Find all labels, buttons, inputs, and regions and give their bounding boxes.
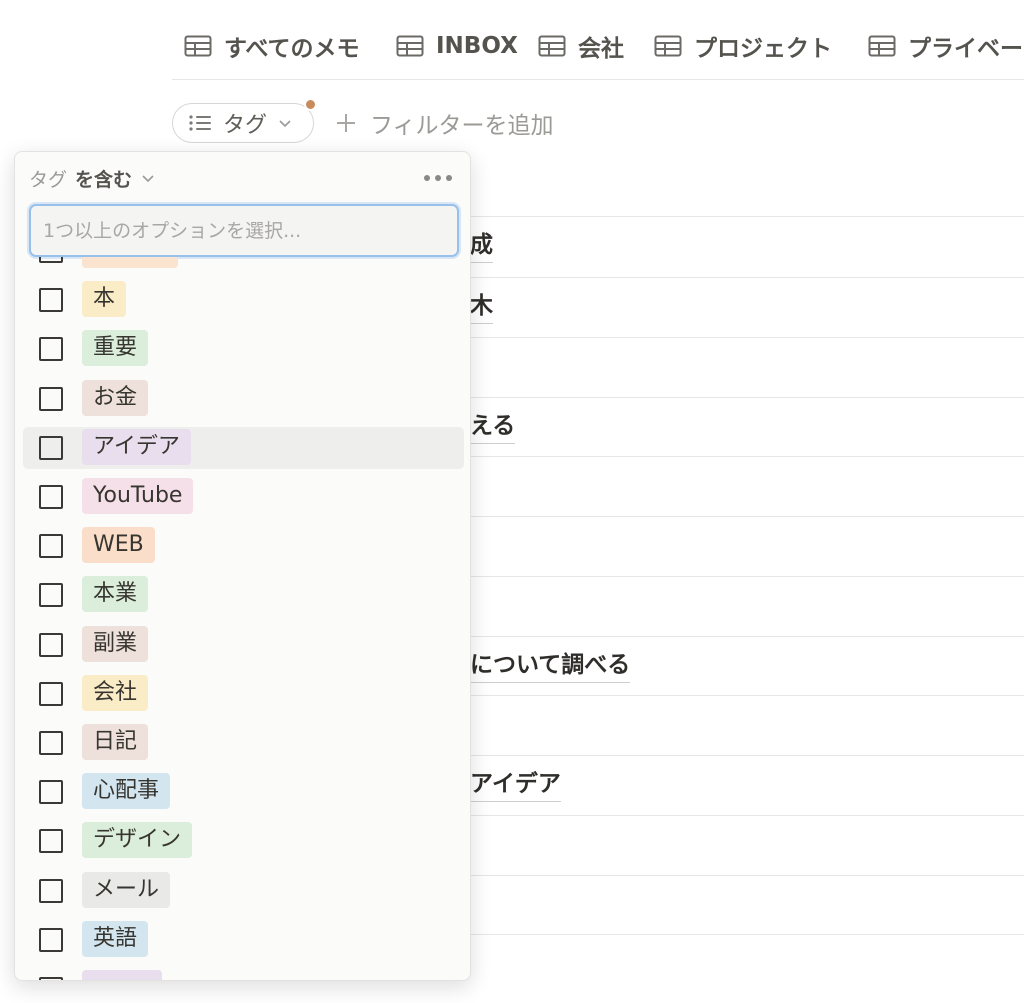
tag-option[interactable]: 本 [23, 279, 464, 321]
row-title[interactable]: 木 [470, 291, 493, 324]
tab-label: すべてのメモ [224, 36, 360, 62]
option-checkbox[interactable] [39, 485, 63, 509]
more-options-icon[interactable] [424, 166, 452, 190]
tag-option[interactable]: 重要 [23, 328, 464, 370]
tag-option[interactable]: YouTube [23, 476, 464, 518]
tag-pill: YouTube [82, 478, 194, 514]
row-title[interactable]: について調べる [470, 650, 631, 683]
row-divider [470, 755, 1024, 756]
tag-pill: デザイン [82, 822, 193, 858]
tag-pill [82, 970, 162, 980]
row-divider [470, 934, 1024, 935]
option-checkbox[interactable] [39, 436, 63, 460]
row-divider [470, 875, 1024, 876]
tag-pill: 日記 [82, 724, 149, 760]
tag-option[interactable]: デザイン [23, 820, 464, 862]
option-checkbox[interactable] [39, 780, 63, 804]
row-divider [470, 636, 1024, 637]
tag-option[interactable]: メール [23, 870, 464, 912]
row-divider [470, 216, 1024, 217]
filter-condition[interactable]: タグ を含む [29, 165, 156, 192]
view-tabs: すべてのメモ INBOX 会社 プロジェクト プライベー [172, 0, 1024, 80]
active-filter-indicator [304, 98, 317, 111]
tag-option[interactable]: 日記 [23, 722, 464, 764]
list-icon [189, 115, 211, 131]
filter-popup: タグ を含む Twitter 本重要お金アイデア YouTube WEB 本業副業会社日… [14, 151, 471, 981]
tag-pill: Twitter [82, 257, 178, 268]
chevron-down-icon [279, 120, 291, 128]
tab-all-notes[interactable]: すべてのメモ [184, 30, 359, 62]
option-search-input[interactable] [31, 206, 457, 255]
option-checkbox[interactable] [39, 928, 63, 952]
table-icon [868, 35, 896, 57]
tag-pill: 重要 [82, 330, 149, 366]
tab-project[interactable]: プロジェクト [654, 30, 832, 62]
tag-option[interactable]: お金 [23, 378, 464, 420]
row-divider [470, 516, 1024, 517]
tag-pill: 英語 [82, 921, 149, 957]
option-checkbox[interactable] [39, 337, 63, 361]
row-divider [470, 815, 1024, 816]
tag-filter-chip[interactable]: タグ [172, 103, 314, 143]
tag-pill: 会社 [82, 675, 149, 711]
tab-company[interactable]: 会社 [538, 30, 624, 62]
option-checkbox[interactable] [39, 257, 63, 263]
option-list: Twitter 本重要お金アイデア YouTube WEB 本業副業会社日記心配事デザイ… [15, 257, 470, 980]
row-divider [470, 695, 1024, 696]
option-checkbox[interactable] [39, 879, 63, 903]
tag-option[interactable]: WEB [23, 525, 464, 567]
tag-option[interactable] [23, 968, 464, 980]
tag-option[interactable]: アイデア [23, 427, 464, 469]
option-checkbox[interactable] [39, 977, 63, 980]
row-divider [470, 337, 1024, 338]
add-filter-button[interactable]: フィルターを追加 [334, 104, 554, 142]
table-icon [396, 35, 424, 57]
row-title[interactable]: える [470, 411, 516, 444]
tag-option[interactable]: Twitter [23, 257, 464, 272]
table-icon [654, 35, 682, 57]
option-checkbox[interactable] [39, 583, 63, 607]
tag-pill: 本 [82, 281, 127, 317]
tag-pill: 副業 [82, 626, 149, 662]
option-checkbox[interactable] [39, 682, 63, 706]
row-title[interactable]: アイデア [470, 769, 561, 802]
chevron-down-icon [142, 175, 154, 183]
tab-private[interactable]: プライベー [868, 30, 1023, 62]
filter-chip-label: タグ [223, 113, 268, 138]
filter-operator[interactable]: を含む [75, 165, 132, 192]
row-divider [470, 456, 1024, 457]
tag-pill: WEB [82, 527, 155, 563]
tag-pill: メール [82, 872, 171, 908]
tag-pill: アイデア [82, 429, 191, 465]
option-checkbox[interactable] [39, 829, 63, 853]
filter-property: タグ [29, 168, 68, 191]
tag-pill: 心配事 [82, 773, 171, 809]
option-checkbox[interactable] [39, 387, 63, 411]
table-icon [538, 35, 566, 57]
tab-label: プライベー [908, 36, 1023, 62]
tab-label: INBOX [436, 33, 518, 59]
plus-icon [337, 114, 355, 132]
option-checkbox[interactable] [39, 288, 63, 312]
tag-option[interactable]: 心配事 [23, 771, 464, 813]
row-divider [470, 576, 1024, 577]
tag-option[interactable]: 副業 [23, 624, 464, 666]
row-divider [470, 277, 1024, 278]
tag-option[interactable]: 会社 [23, 673, 464, 715]
option-search [29, 204, 459, 257]
tag-pill: お金 [82, 380, 149, 416]
table-icon [184, 35, 212, 57]
add-filter-label: フィルターを追加 [370, 113, 554, 139]
row-title[interactable]: 成 [470, 230, 493, 263]
option-checkbox[interactable] [39, 633, 63, 657]
tab-label: プロジェクト [694, 36, 832, 62]
tag-option[interactable]: 本業 [23, 574, 464, 616]
option-checkbox[interactable] [39, 534, 63, 558]
tab-inbox[interactable]: INBOX [396, 30, 518, 62]
option-checkbox[interactable] [39, 731, 63, 755]
row-divider [470, 397, 1024, 398]
tag-pill: 本業 [82, 576, 149, 612]
tag-option[interactable]: 英語 [23, 919, 464, 961]
tab-label: 会社 [578, 36, 624, 62]
